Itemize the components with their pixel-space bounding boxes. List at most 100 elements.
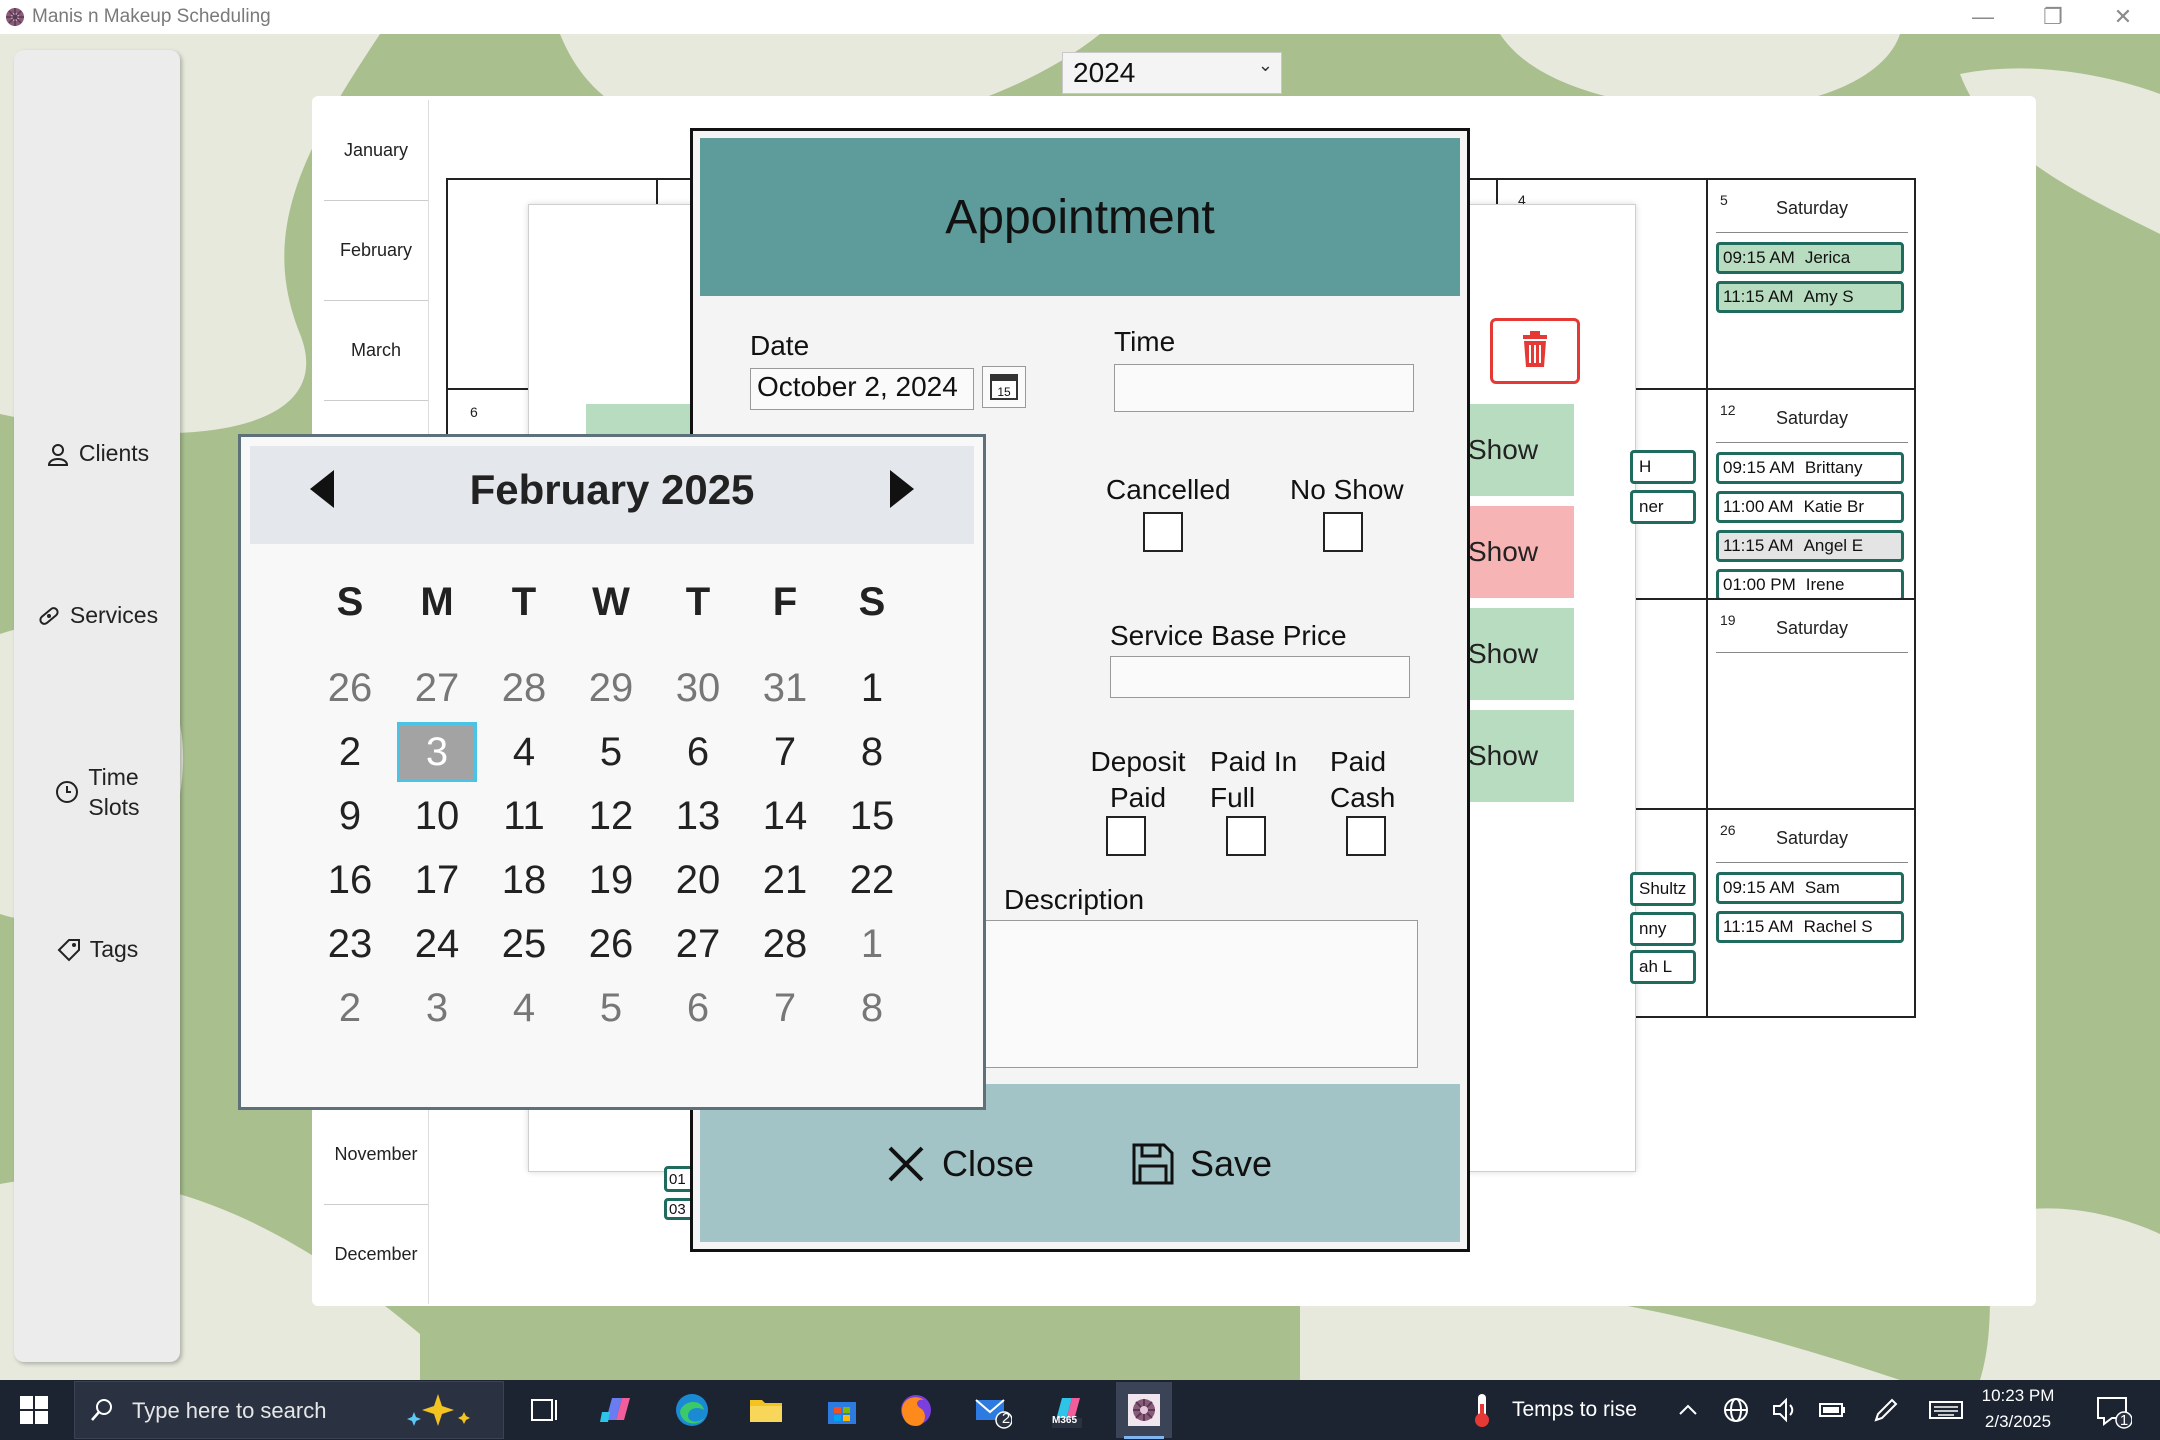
month-tab-december[interactable]: December: [324, 1204, 428, 1304]
calendar-day[interactable]: 17: [397, 850, 477, 910]
calendar-day[interactable]: 14: [745, 786, 825, 846]
appointment-chip[interactable]: 11:15 AM Amy S: [1716, 281, 1904, 313]
appointment-chip[interactable]: 01:00 PM Irene: [1716, 569, 1904, 598]
appointment-chip[interactable]: 11:00 AM Katie Br: [1716, 491, 1904, 523]
calendar-day[interactable]: 19: [571, 850, 651, 910]
microsoft-store-icon[interactable]: [822, 1390, 862, 1430]
calendar-day[interactable]: 8: [832, 722, 912, 782]
calendar-day[interactable]: 3: [397, 978, 477, 1038]
selected-day[interactable]: 3: [397, 722, 477, 782]
appointment-chip[interactable]: 11:15 AM Angel E: [1716, 530, 1904, 562]
calendar-day[interactable]: 30: [658, 658, 738, 718]
battery-icon[interactable]: [1812, 1390, 1852, 1430]
appointment-chip[interactable]: 09:15 AM Jerica: [1716, 242, 1904, 274]
calendar-day[interactable]: 27: [397, 658, 477, 718]
calendar-day[interactable]: 1: [832, 658, 912, 718]
keyboard-icon[interactable]: [1926, 1390, 1966, 1430]
calendar-day[interactable]: 4: [484, 722, 564, 782]
calendar-day[interactable]: 20: [658, 850, 738, 910]
month-tab-march[interactable]: March: [324, 300, 428, 401]
delete-button[interactable]: [1490, 318, 1580, 384]
sidebar-item-clients[interactable]: Clients: [14, 440, 180, 467]
calendar-day[interactable]: 15: [832, 786, 912, 846]
calendar-day-cell[interactable]: 12 Saturday 09:15 AM Brittany 11:00 AM Kat…: [1708, 390, 1916, 598]
calendar-day[interactable]: 28: [484, 658, 564, 718]
start-button[interactable]: [18, 1394, 50, 1426]
manis-app-icon[interactable]: [1124, 1390, 1164, 1430]
calendar-day[interactable]: 13: [658, 786, 738, 846]
globe-icon[interactable]: [1716, 1390, 1756, 1430]
no-show-checkbox[interactable]: [1323, 512, 1363, 552]
calendar-day[interactable]: 26: [571, 914, 651, 974]
appointment-chip[interactable]: ah L: [1630, 950, 1696, 984]
date-input[interactable]: October 2, 2024: [750, 368, 974, 410]
file-explorer-icon[interactable]: [746, 1390, 786, 1430]
chevron-up-icon[interactable]: [1668, 1390, 1708, 1430]
calendar-day[interactable]: 2: [310, 978, 390, 1038]
calendar-day[interactable]: 7: [745, 978, 825, 1038]
calendar-day[interactable]: 9: [310, 786, 390, 846]
minimize-button[interactable]: —: [1950, 0, 2016, 34]
sidebar-item-time-slots[interactable]: Time Slots: [14, 762, 180, 822]
calendar-day[interactable]: 23: [310, 914, 390, 974]
save-button[interactable]: Save: [1130, 1136, 1272, 1192]
calendar-day[interactable]: 22: [832, 850, 912, 910]
calendar-day[interactable]: 27: [658, 914, 738, 974]
calendar-day[interactable]: 1: [832, 914, 912, 974]
calendar-day[interactable]: 24: [397, 914, 477, 974]
time-input[interactable]: [1114, 364, 1414, 412]
task-view-icon[interactable]: [524, 1390, 564, 1430]
description-textarea[interactable]: [984, 920, 1418, 1068]
appointment-chip[interactable]: 09:15 AM Sam: [1716, 872, 1904, 904]
restore-button[interactable]: ❐: [2020, 0, 2086, 34]
calendar-day[interactable]: 31: [745, 658, 825, 718]
calendar-day[interactable]: 29: [571, 658, 651, 718]
calendar-day[interactable]: 5: [571, 722, 651, 782]
calendar-day[interactable]: 5: [571, 978, 651, 1038]
calendar-day[interactable]: 12: [571, 786, 651, 846]
month-tab-november[interactable]: November: [324, 1104, 428, 1205]
calendar-day[interactable]: 10: [397, 786, 477, 846]
sidebar-item-tags[interactable]: Tags: [14, 936, 180, 963]
calendar-day-cell[interactable]: 19 Saturday: [1708, 600, 1916, 808]
appointment-chip[interactable]: 09:15 AM Brittany: [1716, 452, 1904, 484]
calendar-day[interactable]: 6: [658, 722, 738, 782]
volume-icon[interactable]: [1764, 1390, 1804, 1430]
appointment-chip[interactable]: 11:15 AM Rachel S: [1716, 911, 1904, 943]
close-button[interactable]: Close: [884, 1136, 1034, 1192]
clock-date[interactable]: 2/3/2025: [1966, 1412, 2070, 1432]
calendar-day-cell[interactable]: 5 Saturday 09:15 AM Jerica 11:15 AM Amy S: [1708, 180, 1916, 388]
appointment-chip[interactable]: ner: [1630, 490, 1696, 524]
previous-month-button[interactable]: [300, 464, 344, 514]
date-picker-title[interactable]: February 2025: [400, 466, 824, 514]
firefox-icon[interactable]: [896, 1390, 936, 1430]
appointment-chip[interactable]: Shultz: [1630, 872, 1696, 906]
calendar-day[interactable]: 28: [745, 914, 825, 974]
edge-browser-icon[interactable]: [672, 1390, 712, 1430]
copilot-icon[interactable]: [596, 1390, 636, 1430]
calendar-day[interactable]: 25: [484, 914, 564, 974]
cancelled-checkbox[interactable]: [1143, 512, 1183, 552]
clock-time[interactable]: 10:23 PM: [1966, 1386, 2070, 1406]
calendar-day[interactable]: 21: [745, 850, 825, 910]
calendar-day[interactable]: 7: [745, 722, 825, 782]
appointment-chip[interactable]: H: [1630, 450, 1696, 484]
calendar-day[interactable]: 6: [658, 978, 738, 1038]
calendar-day[interactable]: 16: [310, 850, 390, 910]
weather-text[interactable]: Temps to rise: [1512, 1398, 1637, 1422]
month-tab-january[interactable]: January: [324, 100, 428, 201]
year-dropdown[interactable]: 2024 ⌄: [1062, 52, 1282, 94]
paid-in-full-checkbox[interactable]: [1226, 816, 1266, 856]
close-window-button[interactable]: ✕: [2090, 0, 2156, 34]
paid-cash-checkbox[interactable]: [1346, 816, 1386, 856]
service-base-price-input[interactable]: [1110, 656, 1410, 698]
calendar-button[interactable]: 15: [982, 366, 1026, 408]
calendar-day[interactable]: 2: [310, 722, 390, 782]
calendar-day[interactable]: 11: [484, 786, 564, 846]
calendar-day[interactable]: 8: [832, 978, 912, 1038]
calendar-day[interactable]: 26: [310, 658, 390, 718]
calendar-day-cell[interactable]: 26 Saturday 09:15 AM Sam 11:15 AM Rachel S: [1708, 810, 1916, 1018]
month-tab-february[interactable]: February: [324, 200, 428, 301]
calendar-day[interactable]: 18: [484, 850, 564, 910]
calendar-day[interactable]: 4: [484, 978, 564, 1038]
